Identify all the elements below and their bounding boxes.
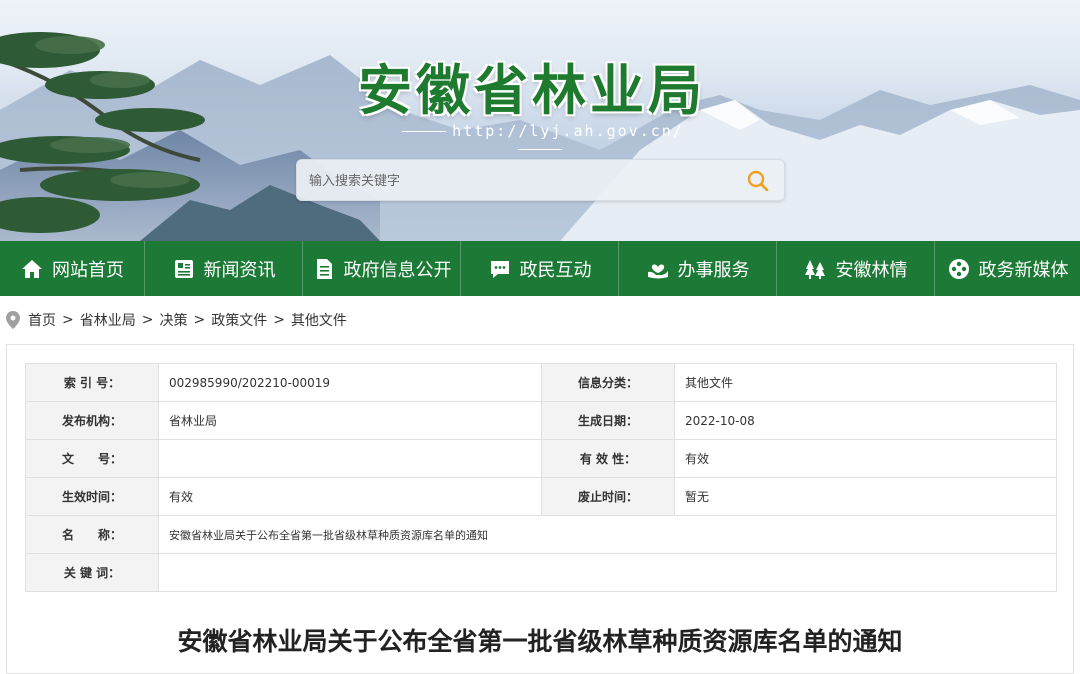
nav-item-new-media[interactable]: 政务新媒体: [935, 241, 1080, 296]
document-meta-table: 索 引 号： 002985990/202210-00019 信息分类： 其他文件…: [25, 363, 1057, 592]
nav-item-interaction[interactable]: 政民互动: [461, 241, 619, 296]
category-value: 其他文件: [674, 363, 1057, 402]
search-input[interactable]: [309, 168, 729, 194]
keywords-value: [158, 553, 1057, 592]
trees-icon: [804, 259, 825, 279]
news-icon: [174, 259, 193, 278]
validity-value: 有效: [674, 439, 1057, 478]
nav-item-news[interactable]: 新闻资讯: [145, 241, 303, 296]
document-title: 安徽省林业局关于公布全省第一批省级林草种质资源库名单的通知: [177, 627, 903, 656]
breadcrumb-decision[interactable]: 决策: [159, 310, 187, 330]
nav-item-label: 网站首页: [52, 259, 124, 281]
document-icon: [316, 258, 332, 279]
home-icon: [22, 259, 42, 278]
breadcrumb-other[interactable]: 其他文件: [291, 310, 347, 330]
nav-item-label: 新闻资讯: [203, 259, 276, 281]
effective-label: 生效时间：: [25, 477, 159, 516]
main-nav: 网站首页 新闻资讯 政府信息公开 政民互动 办事服务 安徽林情 政务新媒体: [0, 241, 1080, 296]
index-value: 002985990/202210-00019: [158, 363, 542, 402]
publisher-value: 省林业局: [158, 401, 542, 440]
breadcrumb-bureau[interactable]: 省林业局: [80, 310, 136, 330]
keywords-label: 关 键 词：: [25, 553, 159, 592]
validity-label: 有 效 性：: [541, 439, 675, 478]
index-label: 索 引 号：: [25, 363, 159, 402]
table-row: 关 键 词：: [25, 553, 1057, 592]
publisher-label: 发布机构：: [25, 401, 159, 440]
breadcrumb-separator: >: [141, 312, 154, 328]
media-icon: [948, 258, 969, 279]
name-value: 安徽省林业局关于公布全省第一批省级林草种质资源库名单的通知: [158, 515, 1057, 554]
header-banner: 安徽省林业局 http://lyj.ah.gov.cn/: [0, 0, 1080, 241]
breadcrumb-separator: >: [62, 312, 74, 328]
nav-item-forestry[interactable]: 安徽林情: [777, 241, 935, 296]
hand-heart-icon: [647, 263, 668, 278]
chat-icon: [490, 260, 509, 278]
nav-item-label: 政务新媒体: [978, 259, 1069, 281]
table-row: 文 号： 有 效 性： 有效: [25, 439, 1057, 478]
expire-label: 废止时间：: [541, 477, 675, 516]
breadcrumb: 首页 > 省林业局 > 决策 > 政策文件 > 其他文件: [6, 305, 347, 335]
nav-item-home[interactable]: 网站首页: [0, 241, 145, 296]
table-row: 生效时间： 有效 废止时间： 暂无: [25, 477, 1057, 516]
breadcrumb-separator: >: [273, 312, 285, 328]
effective-value: 有效: [158, 477, 542, 516]
name-label: 名 称：: [25, 515, 159, 554]
search-box: [296, 159, 785, 201]
location-pin-icon: [6, 311, 20, 329]
table-row: 索 引 号： 002985990/202210-00019 信息分类： 其他文件: [25, 363, 1057, 402]
docno-value: [158, 439, 542, 478]
table-row: 名 称： 安徽省林业局关于公布全省第一批省级林草种质资源库名单的通知: [25, 515, 1057, 554]
breadcrumb-home[interactable]: 首页: [28, 310, 56, 330]
nav-item-services[interactable]: 办事服务: [619, 241, 777, 296]
breadcrumb-separator: >: [193, 312, 206, 328]
nav-item-gov-info[interactable]: 政府信息公开: [303, 241, 461, 296]
nav-item-label: 政民互动: [519, 259, 592, 281]
breadcrumb-policy[interactable]: 政策文件: [211, 310, 267, 330]
table-row: 发布机构： 省林业局 生成日期： 2022-10-08: [25, 401, 1057, 440]
expire-value: 暂无: [674, 477, 1057, 516]
date-value: 2022-10-08: [674, 401, 1057, 440]
site-title: 安徽省林业局: [358, 58, 706, 122]
nav-item-label: 政府信息公开: [343, 259, 452, 281]
search-icon[interactable]: [746, 169, 770, 193]
site-url: http://lyj.ah.gov.cn/: [380, 122, 700, 158]
date-label: 生成日期：: [541, 401, 675, 440]
category-label: 信息分类：: [541, 363, 675, 402]
docno-label: 文 号：: [25, 439, 159, 478]
nav-item-label: 办事服务: [677, 259, 750, 281]
nav-item-label: 安徽林情: [835, 259, 908, 281]
